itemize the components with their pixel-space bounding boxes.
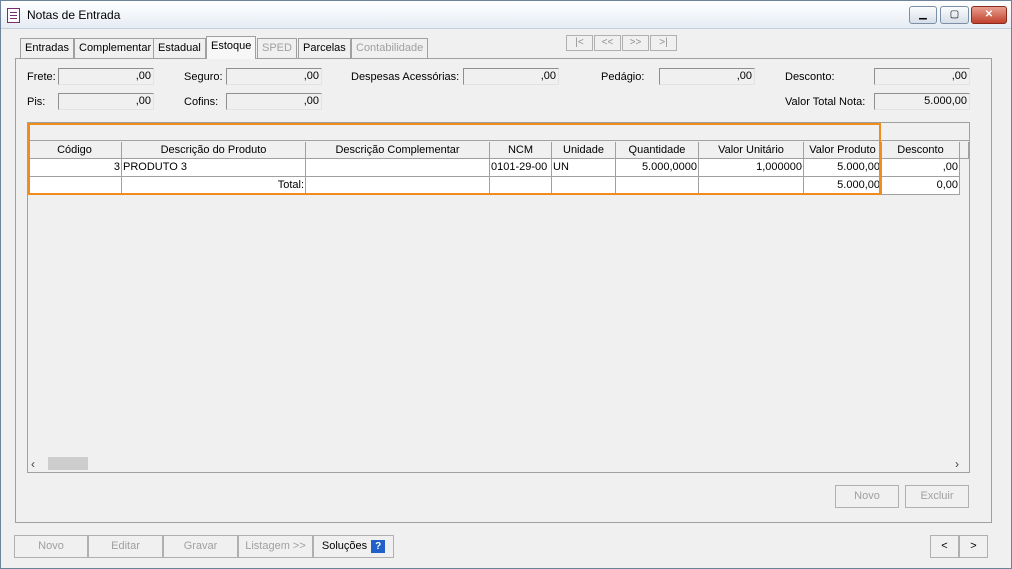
total-desconto: 0,00 (882, 177, 960, 195)
solucoes-label: Soluções (321, 540, 368, 552)
grid-group-header (28, 123, 969, 141)
frete-field[interactable]: ,00 (58, 68, 154, 85)
col-complementar[interactable]: Descrição Complementar (306, 142, 490, 159)
total-cell-empty (306, 177, 490, 195)
tab-entradas[interactable]: Entradas (20, 38, 75, 58)
total-cell-empty (699, 177, 804, 195)
cell-quantidade[interactable]: 5.000,0000 (616, 159, 699, 177)
despesas-field[interactable]: ,00 (463, 68, 559, 85)
title-bar[interactable]: Notas de Entrada ▁ ▢ ✕ (1, 1, 1011, 29)
tab-estadual[interactable]: Estadual (153, 38, 206, 58)
col-quantidade[interactable]: Quantidade (616, 142, 699, 159)
close-button[interactable]: ✕ (971, 6, 1007, 24)
nav-first-button[interactable]: |< (566, 35, 593, 51)
total-cell-empty (616, 177, 699, 195)
col-ncm[interactable]: NCM (490, 142, 552, 159)
products-grid[interactable]: Código Descrição do Produto Descrição Co… (27, 122, 970, 473)
cell-unidade[interactable]: UN (552, 159, 616, 177)
col-valor-unitario[interactable]: Valor Unitário (699, 142, 804, 159)
col-valor-produto[interactable]: Valor Produto (804, 142, 882, 159)
minimize-button[interactable]: ▁ (909, 6, 937, 24)
cell-valor-produto[interactable]: 5.000,00 (804, 159, 882, 177)
document-icon (7, 8, 20, 23)
total-cell-empty (490, 177, 552, 195)
pedagio-field[interactable]: ,00 (659, 68, 755, 85)
nav-last-button[interactable]: >| (650, 35, 677, 51)
cell-descricao[interactable]: PRODUTO 3 (122, 159, 306, 177)
nav-prev-button[interactable]: << (594, 35, 621, 51)
frete-label: Frete: (27, 71, 56, 83)
despesas-label: Despesas Acessórias: (351, 71, 460, 83)
col-descricao[interactable]: Descrição do Produto (122, 142, 306, 159)
tab-complementar[interactable]: Complementar (74, 38, 157, 58)
scroll-right-icon[interactable]: › (955, 457, 959, 471)
solucoes-button[interactable]: Soluções? (313, 535, 394, 558)
main-window: Notas de Entrada ▁ ▢ ✕ Entradas Compleme… (0, 0, 1012, 569)
col-filler (960, 142, 969, 159)
col-unidade[interactable]: Unidade (552, 142, 616, 159)
col-desconto[interactable]: Desconto (882, 142, 960, 159)
prev-record-button[interactable]: < (930, 535, 959, 558)
valor-total-field[interactable]: 5.000,00 (874, 93, 970, 110)
cell-codigo[interactable]: 3 (28, 159, 122, 177)
grid-excluir-button[interactable]: Excluir (905, 485, 969, 508)
pis-label: Pis: (27, 96, 46, 108)
tab-estoque[interactable]: Estoque (206, 36, 257, 59)
grid-novo-button[interactable]: Novo (835, 485, 899, 508)
help-icon: ? (371, 539, 386, 553)
editar-button[interactable]: Editar (88, 535, 163, 558)
cell-valor-unitario[interactable]: 1,000000 (699, 159, 804, 177)
maximize-button[interactable]: ▢ (940, 6, 969, 24)
total-valor-produto: 5.000,00 (804, 177, 882, 195)
window-title: Notas de Entrada (27, 8, 121, 22)
gravar-button[interactable]: Gravar (163, 535, 238, 558)
cell-desconto[interactable]: ,00 (882, 159, 960, 177)
tab-sped[interactable]: SPED (257, 38, 297, 58)
scroll-left-icon[interactable]: ‹ (31, 457, 35, 471)
desconto-label: Desconto: (785, 71, 835, 83)
scroll-thumb[interactable] (48, 457, 88, 470)
seguro-label: Seguro: (184, 71, 223, 83)
cell-ncm[interactable]: 0101-29-00 (490, 159, 552, 177)
nav-next-button[interactable]: >> (622, 35, 649, 51)
desconto-field[interactable]: ,00 (874, 68, 970, 85)
listagem-button[interactable]: Listagem >> (238, 535, 313, 558)
total-cell-empty (28, 177, 122, 195)
tab-contabilidade[interactable]: Contabilidade (351, 38, 429, 58)
close-icon: ✕ (984, 9, 994, 20)
novo-button[interactable]: Novo (14, 535, 88, 558)
total-label: Total: (122, 177, 306, 195)
tab-parcelas[interactable]: Parcelas (298, 38, 351, 58)
total-cell-empty (552, 177, 616, 195)
next-record-button[interactable]: > (959, 535, 988, 558)
maximize-icon: ▢ (949, 9, 960, 20)
col-codigo[interactable]: Código (28, 142, 122, 159)
minimize-icon: ▁ (919, 9, 927, 20)
cofins-label: Cofins: (184, 96, 219, 108)
cofins-field[interactable]: ,00 (226, 93, 322, 110)
pis-field[interactable]: ,00 (58, 93, 154, 110)
horizontal-scrollbar[interactable]: ‹ › (28, 455, 969, 472)
valor-total-label: Valor Total Nota: (785, 96, 866, 108)
pedagio-label: Pedágio: (601, 71, 645, 83)
seguro-field[interactable]: ,00 (226, 68, 322, 85)
cell-complementar[interactable] (306, 159, 490, 177)
